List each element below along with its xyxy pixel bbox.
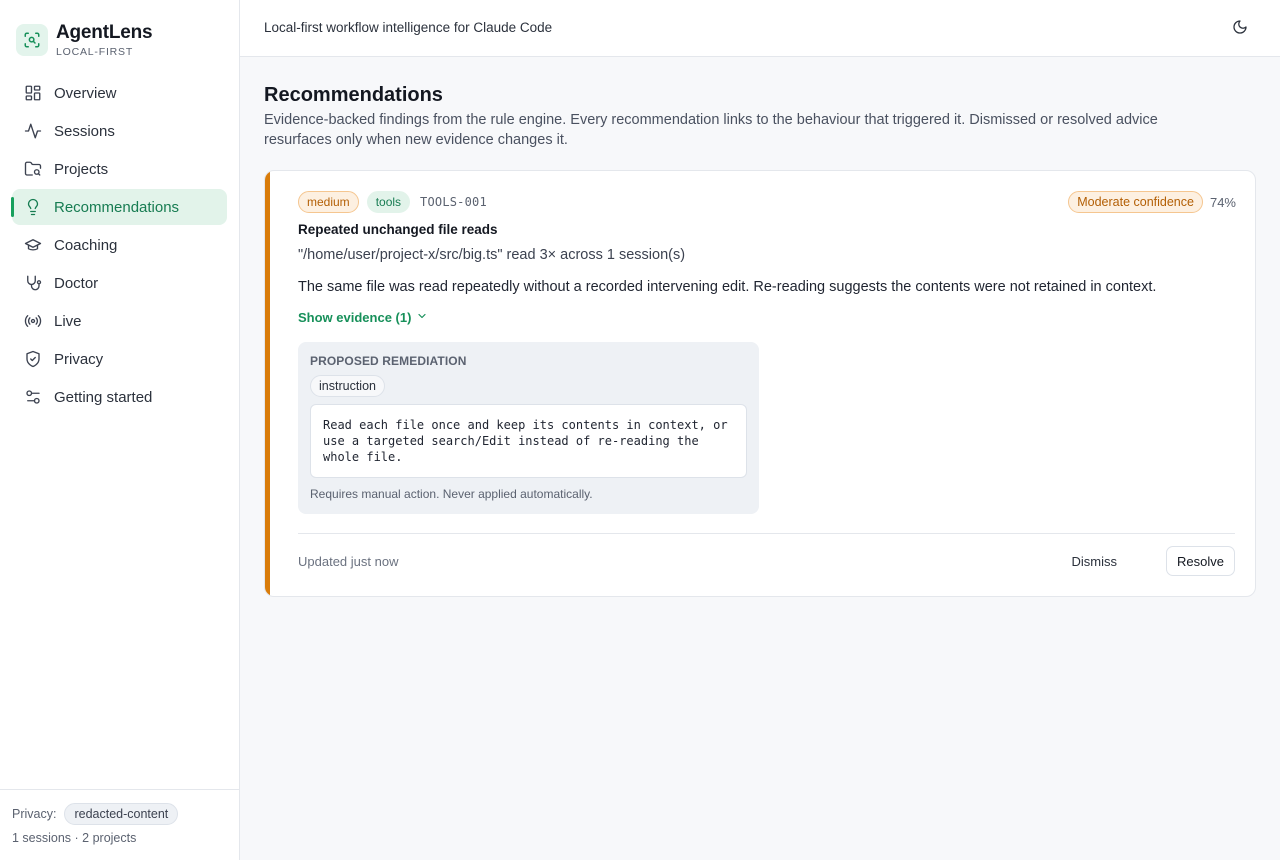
grid-icon bbox=[24, 84, 42, 102]
remediation-heading: PROPOSED REMEDIATION bbox=[310, 354, 467, 368]
updated-timestamp: Updated just now bbox=[298, 554, 399, 569]
sidebar-item-recommendations[interactable]: Recommendations bbox=[11, 189, 227, 225]
recommendation-summary: "/home/user/project-x/src/big.ts" read 3… bbox=[298, 247, 686, 263]
sidebar-item-label: Privacy bbox=[54, 350, 104, 368]
sidebar-item-sessions[interactable]: Sessions bbox=[12, 113, 227, 149]
rule-code: TOOLS-001 bbox=[420, 195, 487, 209]
confidence-badge: Moderate confidence bbox=[1068, 191, 1203, 213]
card-footer: Updated just now Dismiss Resolve bbox=[298, 533, 1235, 596]
moon-icon bbox=[1232, 19, 1248, 40]
severity-accent-bar bbox=[265, 171, 270, 596]
sidebar-item-label: Sessions bbox=[54, 122, 115, 140]
session-project-counts: 1 sessions · 2 projects bbox=[12, 831, 137, 845]
show-evidence-toggle[interactable]: Show evidence (1) bbox=[298, 310, 1236, 326]
sidebar-item-label: Doctor bbox=[54, 274, 99, 292]
recommendation-title: Repeated unchanged file reads bbox=[298, 222, 498, 237]
chevron-down-icon bbox=[411, 310, 428, 326]
recommendation-body: The same file was read repeatedly withou… bbox=[298, 279, 1157, 295]
show-evidence-label: Show evidence (1) bbox=[298, 310, 412, 325]
main-content: Recommendations Evidence-backed findings… bbox=[264, 83, 1256, 597]
sidebar-item-privacy[interactable]: Privacy bbox=[12, 341, 227, 377]
theme-toggle-button[interactable] bbox=[1230, 19, 1250, 39]
category-badge: tools bbox=[366, 191, 411, 213]
sidebar-item-label: Overview bbox=[54, 84, 117, 102]
confidence: Moderate confidence 74% bbox=[1068, 191, 1236, 213]
sidebar-item-projects[interactable]: Projects bbox=[12, 151, 227, 187]
sidebar: AgentLens LOCAL-FIRST Overview Sessions … bbox=[0, 0, 240, 860]
lightbulb-icon bbox=[24, 198, 42, 216]
remediation-type-badge: instruction bbox=[310, 375, 385, 397]
sidebar-item-label: Coaching bbox=[54, 236, 118, 254]
remediation-note: Requires manual action. Never applied au… bbox=[310, 487, 593, 501]
app-tagline: Local-first workflow intelligence for Cl… bbox=[264, 20, 553, 35]
activity-icon bbox=[24, 122, 42, 140]
sidebar-item-live[interactable]: Live bbox=[12, 303, 227, 339]
sidebar-item-label: Live bbox=[54, 312, 82, 330]
app-subtitle: LOCAL-FIRST bbox=[56, 45, 134, 58]
stethoscope-icon bbox=[24, 274, 42, 292]
sidebar-item-coaching[interactable]: Coaching bbox=[12, 227, 227, 263]
app-name: AgentLens bbox=[56, 21, 153, 43]
sidebar-item-getting-started[interactable]: Getting started bbox=[12, 379, 227, 415]
severity-badge: medium bbox=[298, 191, 359, 213]
sliders-icon bbox=[24, 388, 42, 406]
brand[interactable]: AgentLens LOCAL-FIRST bbox=[16, 20, 153, 60]
sidebar-nav: Overview Sessions Projects Recommendatio… bbox=[11, 75, 227, 417]
scan-search-icon bbox=[16, 24, 48, 56]
sidebar-item-doctor[interactable]: Doctor bbox=[12, 265, 227, 301]
recommendation-card: medium tools TOOLS-001 Moderate confiden… bbox=[264, 170, 1256, 597]
graduation-cap-icon bbox=[24, 236, 42, 254]
confidence-percent: 74% bbox=[1209, 194, 1236, 210]
folder-icon bbox=[24, 160, 42, 178]
sidebar-item-overview[interactable]: Overview bbox=[12, 75, 227, 111]
shield-check-icon bbox=[24, 350, 42, 368]
privacy-status: Privacy: redacted-content bbox=[12, 803, 227, 825]
proposed-remediation: PROPOSED REMEDIATION instruction Read ea… bbox=[298, 342, 759, 514]
privacy-mode-badge: redacted-content bbox=[64, 803, 179, 825]
recommendation-tags: medium tools TOOLS-001 Moderate confiden… bbox=[298, 191, 1236, 213]
page-title: Recommendations bbox=[264, 84, 443, 106]
radio-icon bbox=[24, 312, 42, 330]
topbar: Local-first workflow intelligence for Cl… bbox=[240, 0, 1280, 57]
sidebar-item-label: Recommendations bbox=[54, 198, 180, 216]
page-description: Evidence-backed findings from the rule e… bbox=[264, 112, 1158, 148]
resolve-button[interactable]: Resolve bbox=[1166, 546, 1235, 576]
dismiss-button[interactable]: Dismiss bbox=[1072, 552, 1118, 571]
sidebar-footer: Privacy: redacted-content 1 sessions · 2… bbox=[0, 789, 239, 860]
remediation-text: Read each file once and keep its content… bbox=[310, 404, 747, 478]
sidebar-item-label: Getting started bbox=[54, 388, 153, 406]
sidebar-item-label: Projects bbox=[54, 160, 109, 178]
privacy-label: Privacy: bbox=[12, 807, 57, 821]
